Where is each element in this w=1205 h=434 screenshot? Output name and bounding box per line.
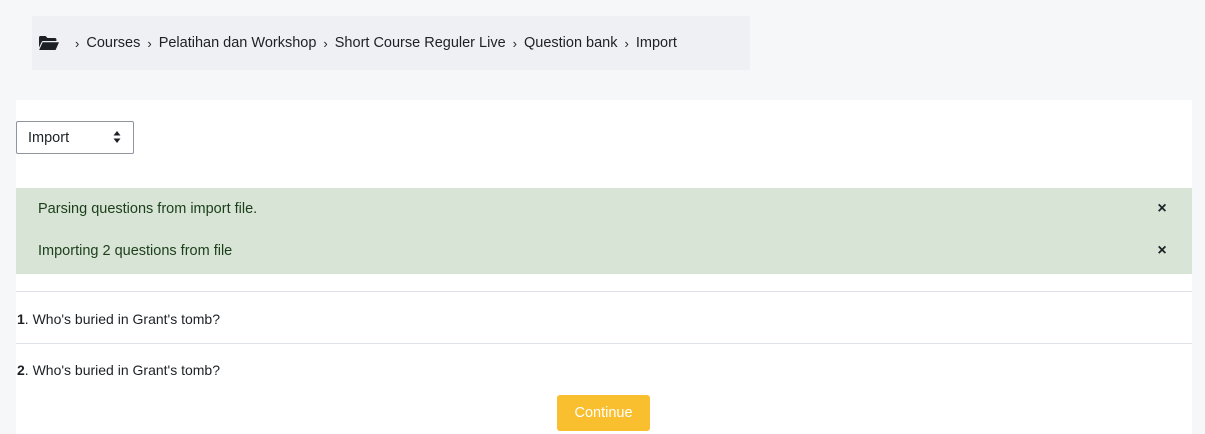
breadcrumb-item-import: Import [635, 35, 677, 51]
chevron-right-icon: › [512, 35, 517, 51]
close-icon[interactable]: × [1154, 243, 1170, 259]
chevron-right-icon: › [323, 35, 328, 51]
chevron-right-icon: › [147, 35, 152, 51]
action-select[interactable]: Import [16, 121, 134, 154]
question-item: 1. Who's buried in Grant's tomb? [17, 311, 220, 327]
breadcrumb-item-question-bank[interactable]: Question bank [524, 35, 618, 51]
sort-arrows-icon [113, 130, 121, 144]
question-number: 2 [17, 362, 25, 378]
breadcrumb: › Courses › Pelatihan dan Workshop › Sho… [32, 16, 750, 70]
chevron-right-icon: › [624, 35, 629, 51]
alert-message: Importing 2 questions from file × [38, 240, 1192, 262]
folder-open-icon[interactable] [38, 35, 60, 51]
breadcrumb-item-pelatihan-dan-workshop[interactable]: Pelatihan dan Workshop [159, 35, 317, 51]
notification-area: Parsing questions from import file. × Im… [16, 188, 1192, 274]
question-text: . Who's buried in Grant's tomb? [24, 362, 221, 378]
divider [16, 291, 1192, 292]
breadcrumb-item-courses[interactable]: Courses [86, 35, 140, 51]
alert-text: Importing 2 questions from file [38, 243, 233, 259]
chevron-right-icon: › [75, 35, 80, 51]
divider [16, 343, 1192, 344]
main-region: Import Parsing questions from import fil… [16, 100, 1192, 434]
question-item: 2. Who's buried in Grant's tomb? [17, 362, 220, 378]
alert-message: Parsing questions from import file. × [38, 198, 1192, 220]
action-select-value: Import [28, 129, 70, 146]
alert-text: Parsing questions from import file. [38, 201, 258, 217]
question-text: . Who's buried in Grant's tomb? [24, 311, 221, 327]
continue-button[interactable]: Continue [557, 395, 650, 431]
question-number: 1 [17, 311, 25, 327]
close-icon[interactable]: × [1154, 201, 1170, 217]
breadcrumb-item-short-course-reguler-live[interactable]: Short Course Reguler Live [335, 35, 506, 51]
